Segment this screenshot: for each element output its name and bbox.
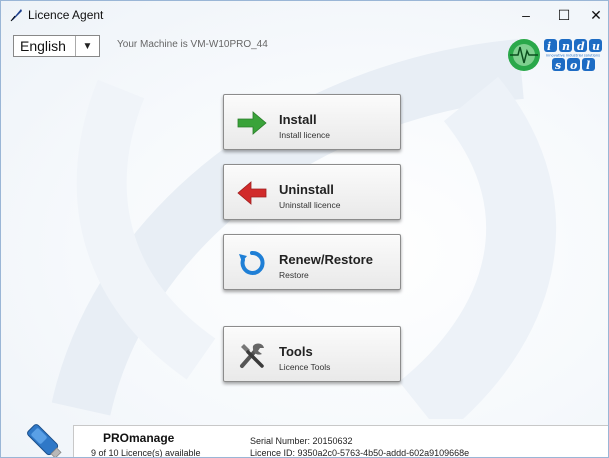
tools-button[interactable]: Tools Licence Tools (223, 326, 401, 382)
licence-info-panel: PROmanage 9 of 10 Licence(s) available S… (73, 425, 608, 458)
serial-number: Serial Number: 20150632 (250, 436, 353, 446)
svg-text:i: i (547, 40, 551, 53)
language-dropdown[interactable]: English ▼ (13, 35, 100, 57)
uninstall-subtitle: Uninstall licence (279, 200, 341, 210)
install-button[interactable]: Install Install licence (223, 94, 401, 150)
licence-footer: PROmanage 9 of 10 Licence(s) available S… (1, 419, 608, 458)
install-subtitle: Install licence (279, 130, 331, 140)
arrow-left-icon (237, 181, 267, 205)
svg-text:n: n (562, 40, 570, 53)
minimize-button[interactable]: – (507, 1, 545, 29)
svg-text:o: o (570, 59, 577, 72)
uninstall-button[interactable]: Uninstall Uninstall licence (223, 164, 401, 220)
machine-name-label: Your Machine is VM-W10PRO_44 (117, 39, 268, 50)
chevron-down-icon[interactable]: ▼ (75, 36, 99, 56)
usb-dongle-icon (27, 424, 62, 457)
svg-text:d: d (577, 40, 585, 53)
arrow-right-icon (237, 111, 267, 135)
renew-restore-subtitle: Restore (279, 270, 309, 280)
renew-restore-button[interactable]: Renew/Restore Restore (223, 234, 401, 290)
close-button[interactable]: ✕ (577, 1, 608, 29)
renew-restore-title: Renew/Restore (279, 252, 373, 267)
refresh-icon (239, 251, 265, 275)
tools-icon (240, 343, 264, 368)
svg-text:l: l (586, 59, 590, 72)
install-title: Install (279, 112, 317, 127)
tools-title: Tools (279, 344, 313, 359)
tools-subtitle: Licence Tools (279, 362, 331, 372)
language-value: English (20, 38, 66, 54)
title-bar: Licence Agent – ☐ ✕ (1, 1, 608, 29)
svg-text:innovative industrial solution: innovative industrial solutions (546, 54, 600, 58)
svg-text:u: u (592, 40, 600, 53)
licence-count: 9 of 10 Licence(s) available (91, 448, 201, 458)
indusol-logo: indu sol innovative industrial solutions (508, 39, 602, 72)
licence-id: Licence ID: 9350a2c0-5763-4b50-addd-602a… (250, 448, 470, 458)
window-title: Licence Agent (28, 8, 104, 22)
feather-app-icon (10, 9, 22, 22)
svg-text:s: s (555, 59, 561, 72)
licence-agent-window: Licence Agent – ☐ ✕ English ▼ Your Machi… (0, 0, 609, 458)
uninstall-title: Uninstall (279, 182, 334, 197)
product-name: PROmanage (103, 431, 175, 445)
